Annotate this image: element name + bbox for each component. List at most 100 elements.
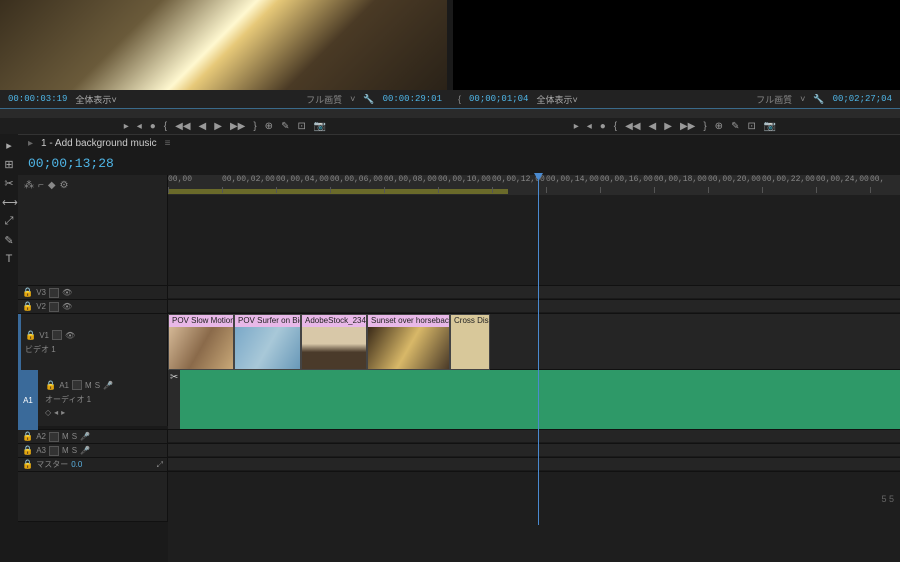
track-a1[interactable]: ✂ <box>168 370 900 429</box>
tool-0[interactable]: ▸ <box>2 139 16 152</box>
mute-button[interactable]: M <box>85 381 92 390</box>
source-full-quality[interactable]: フル画質 <box>306 93 342 106</box>
track-a2[interactable] <box>168 430 900 442</box>
keyframe-icon[interactable]: ◇ <box>45 408 51 417</box>
track-v2-toggle[interactable] <box>49 302 59 312</box>
track-v2-label[interactable]: V2 <box>36 302 46 311</box>
a1-source-patch[interactable]: A1 <box>18 370 38 430</box>
work-area-bar[interactable] <box>168 189 508 194</box>
transport-btn-12[interactable]: 📷 <box>764 121 776 132</box>
wrench-icon[interactable]: 🔧 <box>813 94 824 105</box>
lock-icon[interactable]: 🔒 <box>22 431 33 442</box>
track-v3-label[interactable]: V3 <box>36 288 46 297</box>
eye-icon[interactable]: 👁 <box>62 302 72 311</box>
cut-icon[interactable]: ✂ <box>170 372 178 383</box>
transport-btn-5[interactable]: ◀ <box>649 121 657 132</box>
tool-2[interactable]: ✂ <box>2 177 16 190</box>
lock-icon[interactable]: 🔒 <box>22 459 33 470</box>
lock-icon[interactable]: 🔒 <box>22 301 33 312</box>
video-clip-3[interactable]: Sunset over horseback riders <box>367 314 450 370</box>
program-full-quality[interactable]: フル画質 <box>756 93 792 106</box>
transport-btn-2[interactable]: ● <box>600 121 606 132</box>
track-v1-toggle[interactable] <box>52 330 62 340</box>
track-a3[interactable] <box>168 444 900 456</box>
transport-btn-8[interactable]: } <box>703 121 706 132</box>
lock-icon[interactable]: 🔒 <box>22 445 33 456</box>
transport-btn-11[interactable]: ⊡ <box>297 121 305 132</box>
transport-btn-7[interactable]: ▶▶ <box>230 121 245 132</box>
video-clip-4[interactable]: Cross Disso <box>450 314 490 370</box>
transport-btn-3[interactable]: { <box>164 121 167 132</box>
video-clip-0[interactable]: POV Slow Motion GOPR <box>168 314 234 370</box>
transport-btn-6[interactable]: ▶ <box>214 121 222 132</box>
collapse-icon[interactable]: ⤢ <box>157 460 163 470</box>
track-v2[interactable] <box>168 300 900 312</box>
solo-button[interactable]: S <box>95 381 100 390</box>
program-monitor[interactable] <box>453 0 900 90</box>
track-a3-label[interactable]: A3 <box>36 446 46 455</box>
track-a1-label[interactable]: A1 <box>59 381 69 390</box>
tool-6[interactable]: T <box>2 253 16 265</box>
lock-icon[interactable]: 🔒 <box>25 330 36 341</box>
track-v1[interactable]: POV Slow Motion GOPRPOV Surfer on Big Bl… <box>168 314 900 369</box>
program-fit-dropdown[interactable]: 全体表示˅ <box>536 93 577 106</box>
chevron-icon[interactable]: ▸ <box>28 138 33 149</box>
marker-icon[interactable]: ◆ <box>48 180 56 191</box>
wrench-icon[interactable]: 🔧 <box>363 94 374 105</box>
link-icon[interactable]: ⌐ <box>38 180 44 191</box>
tool-4[interactable]: ⤢ <box>2 215 16 228</box>
tool-1[interactable]: ⊞ <box>2 158 16 171</box>
program-ruler[interactable] <box>450 108 900 118</box>
video-clip-2[interactable]: AdobeStock_234383 <box>301 314 367 370</box>
transport-btn-9[interactable]: ⊕ <box>265 121 273 132</box>
transport-btn-9[interactable]: ⊕ <box>715 121 723 132</box>
lock-icon[interactable]: 🔒 <box>45 380 56 391</box>
timeline-timecode[interactable]: 00;00;13;28 <box>18 152 900 175</box>
transport-btn-11[interactable]: ⊡ <box>747 121 755 132</box>
transport-btn-8[interactable]: } <box>253 121 256 132</box>
eye-icon[interactable]: 👁 <box>62 288 72 297</box>
transport-btn-12[interactable]: 📷 <box>314 121 326 132</box>
mute-button[interactable]: M <box>62 432 69 441</box>
transport-btn-4[interactable]: ◀◀ <box>625 121 640 132</box>
track-v1-label[interactable]: V1 <box>39 331 49 340</box>
solo-button[interactable]: S <box>72 446 77 455</box>
timeline-ruler[interactable]: 00,0000,00,02,0000,00,04,0000,00,06,0000… <box>168 175 900 195</box>
track-v3-toggle[interactable] <box>49 288 59 298</box>
transport-btn-0[interactable]: ▸ <box>574 121 579 132</box>
tool-5[interactable]: ✎ <box>2 234 16 247</box>
master-value[interactable]: 0.0 <box>71 460 82 469</box>
transport-btn-10[interactable]: ✎ <box>281 121 289 132</box>
snap-icon[interactable]: ⁂ <box>24 180 34 191</box>
audio-clip[interactable] <box>180 370 900 429</box>
sequence-name[interactable]: 1 - Add background music <box>41 138 157 149</box>
settings-icon[interactable]: ⚙ <box>60 180 69 191</box>
lock-icon[interactable]: 🔒 <box>22 287 33 298</box>
transport-btn-0[interactable]: ▸ <box>124 121 129 132</box>
source-out-timecode[interactable]: 00:00:29:01 <box>383 94 442 104</box>
track-master-label[interactable]: マスター <box>36 459 68 470</box>
mic-icon[interactable]: 🎤 <box>80 432 90 441</box>
eye-icon[interactable]: 👁 <box>65 331 75 340</box>
program-out-timecode[interactable]: 00;02;27;04 <box>833 94 892 104</box>
track-a2-label[interactable]: A2 <box>36 432 46 441</box>
source-in-timecode[interactable]: 00:00:03:19 <box>8 94 67 104</box>
transport-btn-1[interactable]: ◂ <box>137 121 142 132</box>
mute-button[interactable]: M <box>62 446 69 455</box>
tool-3[interactable]: ⟷ <box>2 196 16 209</box>
track-v3[interactable] <box>168 286 900 298</box>
transport-btn-7[interactable]: ▶▶ <box>680 121 695 132</box>
mic-icon[interactable]: 🎤 <box>80 446 90 455</box>
solo-button[interactable]: S <box>72 432 77 441</box>
mic-icon[interactable]: 🎤 <box>103 381 113 390</box>
program-in-timecode[interactable]: 00;00;01;04 <box>469 94 528 104</box>
source-fit-dropdown[interactable]: 全体表示˅ <box>75 93 116 106</box>
transport-btn-4[interactable]: ◀◀ <box>175 121 190 132</box>
transport-btn-3[interactable]: { <box>614 121 617 132</box>
transport-btn-10[interactable]: ✎ <box>731 121 739 132</box>
track-master[interactable] <box>168 458 900 470</box>
video-clip-1[interactable]: POV Surfer on Big Blue Oc <box>234 314 301 370</box>
transport-btn-6[interactable]: ▶ <box>664 121 672 132</box>
transport-btn-2[interactable]: ● <box>150 121 156 132</box>
transport-btn-1[interactable]: ◂ <box>587 121 592 132</box>
